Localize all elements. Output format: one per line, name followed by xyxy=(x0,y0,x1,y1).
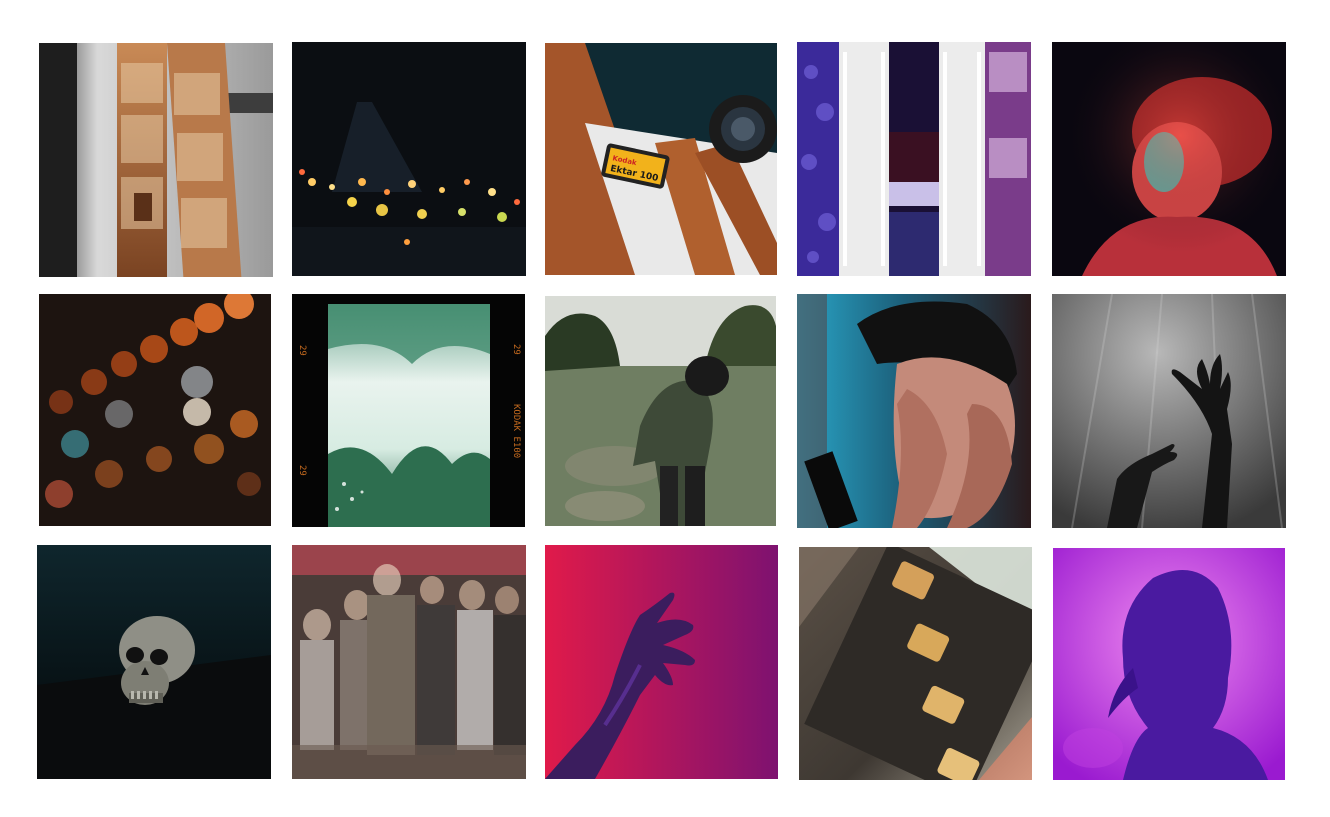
film-negatives-graphic xyxy=(39,43,273,277)
crowd-graphic xyxy=(292,545,526,779)
bokeh-graphic xyxy=(39,294,271,526)
film-edge-number-left: 29 xyxy=(297,345,307,356)
photo-orange-bokeh[interactable] xyxy=(39,294,271,526)
photo-purple-film-strips[interactable] xyxy=(797,42,1031,276)
photo-man-in-field[interactable] xyxy=(545,296,776,526)
photo-crowd-motion-blur[interactable] xyxy=(292,545,526,779)
photo-hands-face-blue[interactable] xyxy=(797,294,1031,528)
skull-graphic xyxy=(37,545,271,779)
film-closeup-graphic xyxy=(799,547,1032,780)
photo-grayscale-hands[interactable] xyxy=(1052,294,1286,528)
photo-film-canister-lens[interactable]: Kodak Ektar 100 xyxy=(545,43,777,275)
photo-film-frame-foliage[interactable]: 29 29 29 KODAK E100 xyxy=(292,294,525,527)
photo-purple-silhouette[interactable] xyxy=(1053,548,1285,780)
red-portrait-graphic xyxy=(1052,42,1286,276)
film-frame-graphic: 29 29 29 KODAK E100 xyxy=(292,294,525,527)
film-edge-number-right: 29 xyxy=(511,344,521,355)
film-edge-brand: KODAK E100 xyxy=(511,404,521,458)
photo-skull-dark[interactable] xyxy=(37,545,271,779)
magenta-hand-graphic xyxy=(545,545,778,779)
film-canister-graphic: Kodak Ektar 100 xyxy=(545,43,777,275)
photo-hand-magenta[interactable] xyxy=(545,545,778,779)
photo-red-blur-portrait[interactable] xyxy=(1052,42,1286,276)
photo-city-night-lights[interactable] xyxy=(292,42,526,276)
grayscale-hands-graphic xyxy=(1052,294,1286,528)
purple-silhouette-graphic xyxy=(1053,548,1285,780)
city-night-graphic xyxy=(292,42,526,276)
photo-film-closeup-blur[interactable] xyxy=(799,547,1032,780)
photo-film-negatives-hanging[interactable] xyxy=(39,43,273,277)
hands-face-graphic xyxy=(797,294,1031,528)
film-edge-number-bottom: 29 xyxy=(297,465,307,476)
purple-film-graphic xyxy=(797,42,1031,276)
man-field-graphic xyxy=(545,296,776,526)
